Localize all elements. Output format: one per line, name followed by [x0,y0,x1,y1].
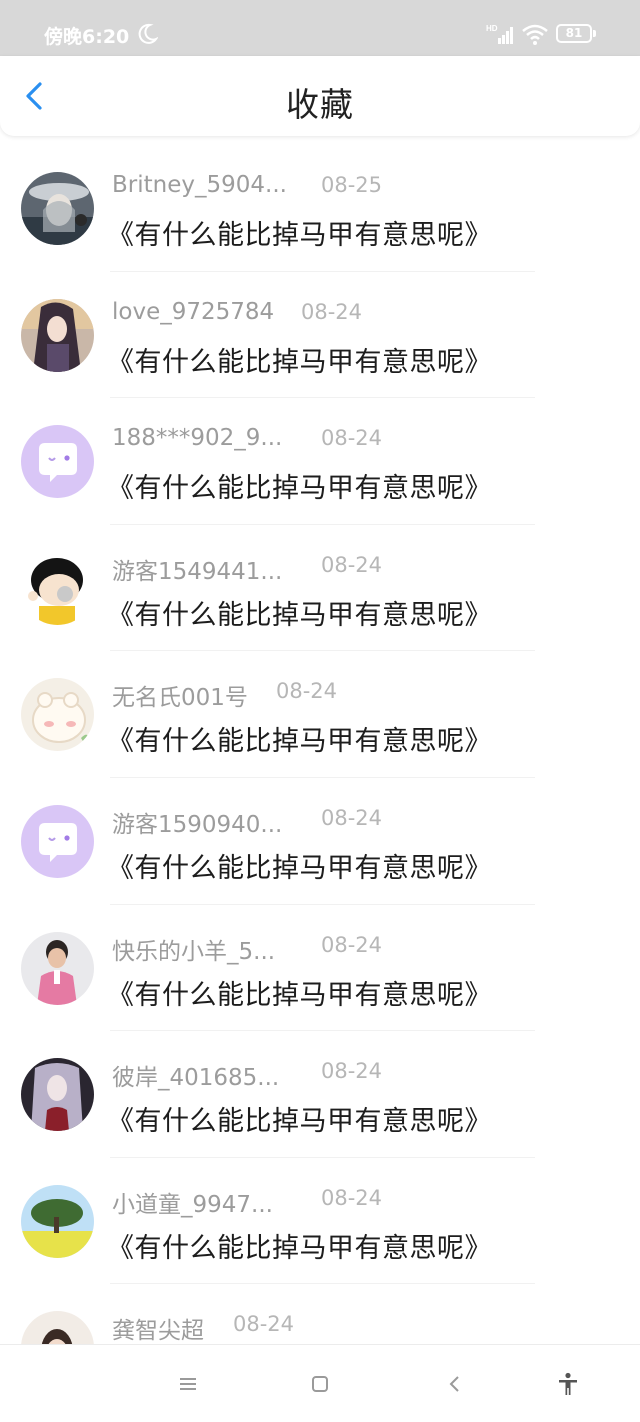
avatar [21,298,94,372]
item-title: 《有什么能比掉马甲有意思呢》 [107,726,492,758]
list-item[interactable]: 188***902_9... 08-24 《有什么能比掉马甲有意思呢》 [0,398,640,525]
item-date: 08-24 [321,805,383,830]
list-item[interactable]: love_9725784 08-24 《有什么能比掉马甲有意思呢》 [0,272,640,399]
default-avatar-icon [21,804,94,878]
item-date: 08-24 [321,1185,383,1210]
user-name: 游客1590940... [112,811,283,838]
item-title: 《有什么能比掉马甲有意思呢》 [107,346,492,378]
item-date: 08-24 [321,932,383,957]
item-date: 08-25 [321,173,383,197]
item-date: 08-24 [233,1312,295,1337]
item-title: 《有什么能比掉马甲有意思呢》 [107,979,492,1011]
item-date: 08-24 [321,1059,383,1084]
item-date: 08-24 [301,299,363,324]
item-title: 《有什么能比掉马甲有意思呢》 [107,473,492,505]
favorites-list: Britney_5904... 08-25 《有什么能比掉马甲有意思呢》 lov… [0,145,640,1411]
user-name: 188***902_9... [112,425,283,452]
moon-icon [138,23,158,44]
item-date: 08-24 [276,679,338,704]
battery-level: 81 [565,26,583,40]
list-item[interactable]: 无名氏001号 08-24 《有什么能比掉马甲有意思呢》 [0,651,640,778]
item-title: 《有什么能比掉马甲有意思呢》 [107,1232,492,1264]
avatar [21,1058,94,1132]
avatar [21,551,94,625]
list-item[interactable]: 游客1590940... 08-24 《有什么能比掉马甲有意思呢》 [0,778,640,905]
svg-text:HD: HD [486,24,498,33]
avatar [21,678,94,752]
user-name: 小道童_9947... [112,1191,273,1218]
avatar [21,931,94,1005]
item-title: 《有什么能比掉马甲有意思呢》 [107,599,492,631]
default-avatar-icon [21,425,94,499]
avatar [21,425,94,499]
menu-icon[interactable] [175,1371,201,1397]
item-title: 《有什么能比掉马甲有意思呢》 [107,1106,492,1138]
item-title: 《有什么能比掉马甲有意思呢》 [107,852,492,884]
status-bar: 傍晚6:20 HD 81 [0,0,640,56]
user-name: 彼岸_401685... [112,1065,280,1092]
user-name: Britney_5904... [112,172,287,198]
avatar [21,172,94,245]
list-item[interactable]: 小道童_9947... 08-24 《有什么能比掉马甲有意思呢》 [0,1158,640,1285]
user-name: 龚智尖超 [112,1318,204,1345]
status-time: 傍晚6:20 [44,26,130,48]
avatar [21,804,94,878]
accessibility-icon[interactable] [555,1371,581,1397]
list-item[interactable]: 游客1549441... 08-24 《有什么能比掉马甲有意思呢》 [0,525,640,652]
battery-icon: 81 [556,24,596,43]
list-item[interactable]: Britney_5904... 08-25 《有什么能比掉马甲有意思呢》 [0,145,640,272]
back-chevron-icon[interactable] [442,1371,468,1397]
page-title: 收藏 [286,85,354,124]
item-title: 《有什么能比掉马甲有意思呢》 [107,220,492,251]
list-item[interactable]: 彼岸_401685... 08-24 《有什么能比掉马甲有意思呢》 [0,1031,640,1158]
avatar [21,1184,94,1258]
item-date: 08-24 [321,426,383,451]
signal-icon: HD [486,24,513,44]
list-item[interactable]: 快乐的小羊_5... 08-24 《有什么能比掉马甲有意思呢》 [0,905,640,1032]
system-nav-bar [0,1344,640,1422]
wifi-icon [522,24,548,45]
home-square-icon[interactable] [307,1371,333,1397]
user-name: 快乐的小羊_5... [112,938,276,965]
header: 收藏 [0,56,640,136]
user-name: 无名氏001号 [112,685,248,712]
user-name: love_9725784 [112,298,275,325]
user-name: 游客1549441... [112,558,283,585]
item-date: 08-24 [321,552,383,577]
